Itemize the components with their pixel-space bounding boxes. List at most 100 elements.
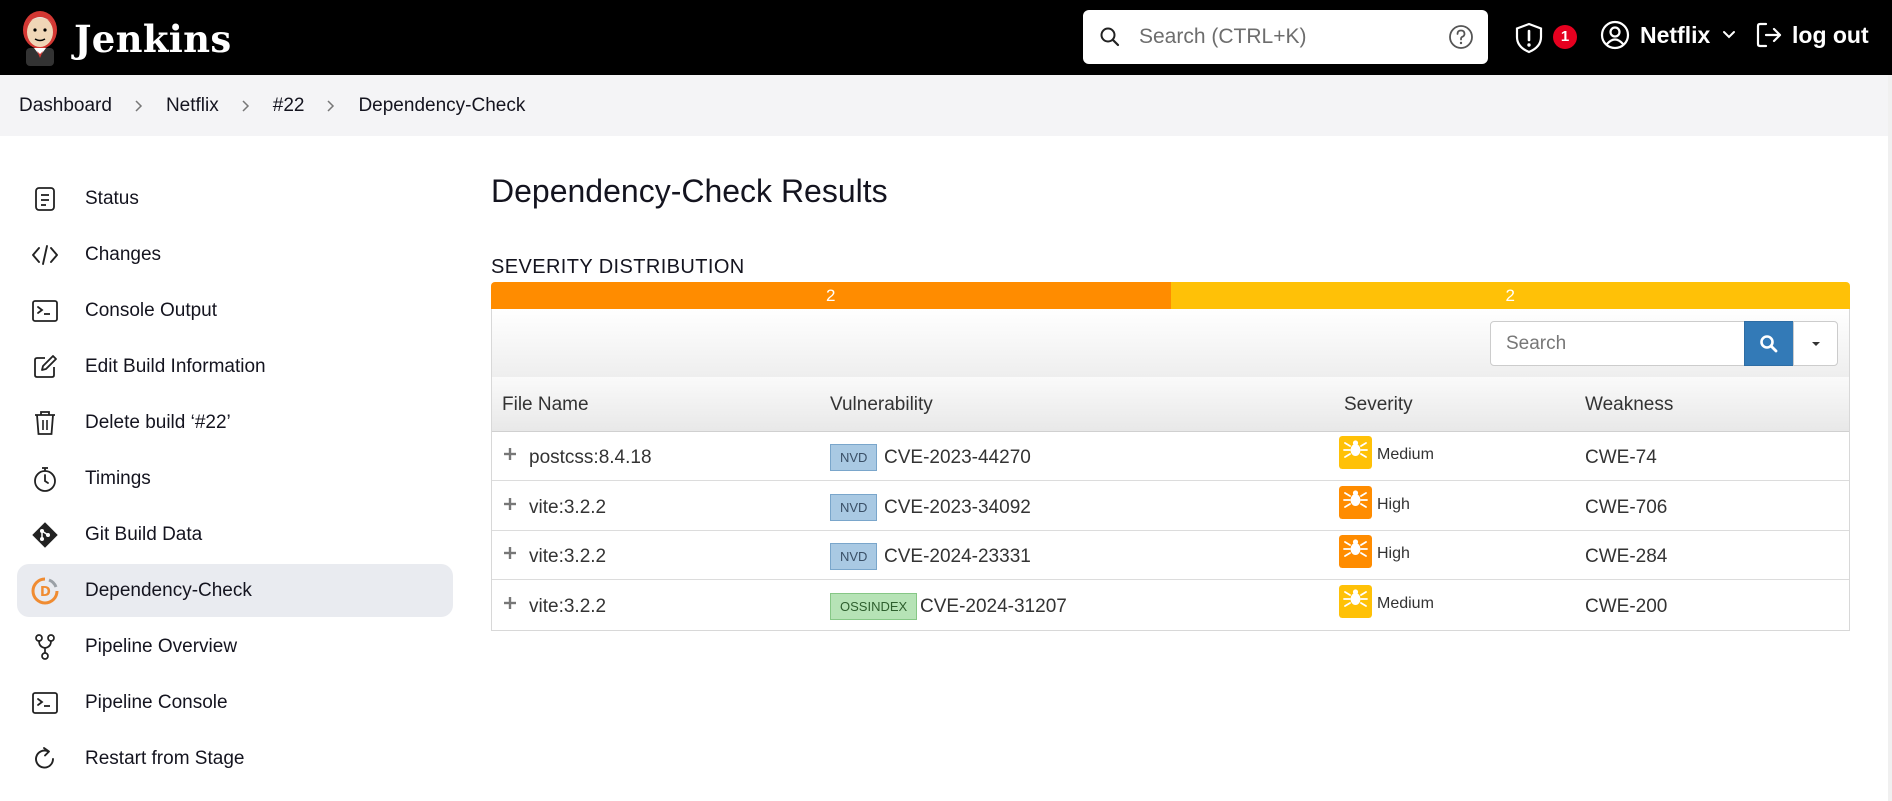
- sidebar-item-status[interactable]: Status: [17, 172, 453, 225]
- severity-label: High: [1377, 495, 1410, 513]
- weakness-link[interactable]: CWE-74: [1585, 447, 1657, 469]
- dependency-check-icon: D: [31, 577, 59, 605]
- logout-icon: [1756, 22, 1782, 48]
- source-tag: NVD: [830, 543, 878, 570]
- sidebar-item-label: Dependency-Check: [85, 579, 252, 601]
- sidebar-item-delete-build[interactable]: Delete build ‘#22’: [17, 396, 453, 449]
- breadcrumb-netflix[interactable]: Netflix: [166, 95, 219, 117]
- file-name: vite:3.2.2: [529, 595, 607, 617]
- stopwatch-icon: [31, 465, 59, 493]
- cve-link[interactable]: CVE-2023-44270: [884, 447, 1031, 469]
- table-toolbar: [492, 309, 1849, 377]
- cve-link[interactable]: CVE-2024-23331: [884, 546, 1031, 568]
- logout-button[interactable]: log out: [1754, 20, 1869, 50]
- shield-alert-icon: [1515, 22, 1543, 54]
- severity-segment[interactable]: 2: [491, 282, 1171, 309]
- breadcrumb-build[interactable]: #22: [273, 95, 305, 117]
- expand-row-icon[interactable]: [502, 446, 518, 462]
- code-icon: [31, 241, 59, 269]
- sidebar-item-label: Changes: [85, 243, 162, 265]
- expand-row-icon[interactable]: [502, 545, 518, 561]
- results-table: File Name Vulnerability Severity Weaknes…: [491, 309, 1850, 631]
- severity-distribution-title: SEVERITY DISTRIBUTION: [491, 256, 745, 278]
- weakness-link[interactable]: CWE-200: [1585, 596, 1667, 618]
- cve-link[interactable]: CVE-2024-31207: [920, 596, 1067, 618]
- column-header-weakness[interactable]: Weakness: [1585, 394, 1673, 416]
- sidebar-item-git-build-data[interactable]: Git Build Data: [17, 508, 453, 561]
- source-tag: NVD: [830, 493, 878, 521]
- weakness-link[interactable]: CWE-706: [1585, 497, 1667, 519]
- security-alerts[interactable]: 1: [1513, 22, 1577, 54]
- expand-row-icon[interactable]: [502, 595, 518, 611]
- user-avatar-icon: [1600, 20, 1630, 50]
- sidebar: Status Changes Console Output Edit Build…: [17, 172, 453, 788]
- sidebar-item-label: Pipeline Console: [85, 691, 228, 713]
- sidebar-item-changes[interactable]: Changes: [17, 228, 453, 281]
- sidebar-item-label: Restart from Stage: [85, 747, 245, 769]
- sidebar-item-edit-build-information[interactable]: Edit Build Information: [17, 340, 453, 393]
- app-name: Jenkins: [74, 17, 232, 61]
- chevron-down-icon: [1723, 31, 1736, 39]
- sidebar-item-pipeline-console[interactable]: Pipeline Console: [17, 676, 453, 729]
- table-search[interactable]: [1490, 321, 1745, 366]
- global-search-input[interactable]: [1139, 20, 1439, 54]
- table-search-button[interactable]: [1744, 321, 1794, 366]
- breadcrumb-dashboard[interactable]: Dashboard: [19, 95, 112, 117]
- table-row[interactable]: vite:3.2.2 OSSINDEX CVE-2024-31207 Medium CW…: [492, 581, 1849, 630]
- breadcrumb-dependency-check[interactable]: Dependency-Check: [358, 95, 525, 117]
- bug-severity-icon: [1339, 584, 1372, 618]
- bug-severity-icon: [1339, 485, 1372, 519]
- file-name: vite:3.2.2: [529, 546, 607, 567]
- severity-label: Medium: [1377, 594, 1434, 612]
- terminal-icon: [31, 689, 59, 717]
- global-search[interactable]: [1083, 10, 1488, 64]
- sidebar-item-label: Status: [85, 187, 139, 209]
- scrollbar[interactable]: [1888, 75, 1892, 801]
- caret-down-icon: [1811, 341, 1820, 346]
- weakness-link[interactable]: CWE-284: [1585, 546, 1667, 568]
- jenkins-logo[interactable]: Jenkins: [18, 10, 231, 68]
- search-icon: [1760, 334, 1778, 352]
- breadcrumb: Dashboard Netflix #22 Dependency-Check: [0, 75, 1888, 136]
- chevron-right-icon: [326, 99, 336, 113]
- terminal-icon: [31, 297, 59, 325]
- table-row[interactable]: postcss:8.4.18 NVD CVE-2023-44270 Medium CWE…: [492, 432, 1849, 481]
- sidebar-item-label: Console Output: [85, 299, 218, 321]
- severity-segment[interactable]: 2: [1170, 282, 1850, 309]
- severity-distribution-bar: 22: [491, 282, 1850, 309]
- table-header: File Name Vulnerability Severity Weaknes…: [492, 377, 1849, 432]
- sidebar-item-label: Edit Build Information: [85, 355, 266, 377]
- table-search-input[interactable]: [1491, 322, 1721, 365]
- cve-link[interactable]: CVE-2023-34092: [884, 497, 1031, 519]
- source-tag: OSSINDEX: [830, 592, 918, 620]
- table-options-dropdown[interactable]: [1793, 321, 1838, 366]
- sidebar-item-dependency-check[interactable]: D Dependency-Check: [17, 564, 453, 617]
- sidebar-item-label: Pipeline Overview: [85, 635, 238, 657]
- chevron-right-icon: [134, 99, 144, 113]
- user-name: Netflix: [1640, 21, 1711, 48]
- help-icon[interactable]: [1448, 24, 1474, 50]
- user-menu[interactable]: Netflix: [1600, 20, 1736, 50]
- column-header-severity[interactable]: Severity: [1344, 394, 1413, 416]
- document-icon: [31, 185, 59, 213]
- jenkins-butler-icon: [23, 11, 57, 66]
- edit-icon: [31, 353, 59, 381]
- sidebar-item-console-output[interactable]: Console Output: [17, 284, 453, 337]
- table-row[interactable]: vite:3.2.2 NVD CVE-2023-34092 High CWE-706: [492, 482, 1849, 531]
- table-row[interactable]: vite:3.2.2 NVD CVE-2024-23331 High CWE-284: [492, 531, 1849, 580]
- expand-row-icon[interactable]: [502, 496, 518, 512]
- sidebar-item-pipeline-overview[interactable]: Pipeline Overview: [17, 620, 453, 673]
- severity-label: Medium: [1377, 446, 1434, 463]
- page-title: Dependency-Check Results: [491, 173, 888, 209]
- sidebar-item-timings[interactable]: Timings: [17, 452, 453, 505]
- chevron-right-icon: [241, 99, 251, 113]
- column-header-file-name[interactable]: File Name: [502, 394, 589, 416]
- sidebar-item-restart-from-stage[interactable]: Restart from Stage: [17, 732, 453, 785]
- column-header-vulnerability[interactable]: Vulnerability: [830, 394, 933, 416]
- file-name: postcss:8.4.18: [529, 447, 652, 468]
- file-name: vite:3.2.2: [529, 496, 607, 518]
- sidebar-item-label: Git Build Data: [85, 523, 203, 545]
- source-tag: NVD: [830, 444, 878, 471]
- logout-label: log out: [1792, 21, 1869, 48]
- trash-icon: [31, 409, 59, 437]
